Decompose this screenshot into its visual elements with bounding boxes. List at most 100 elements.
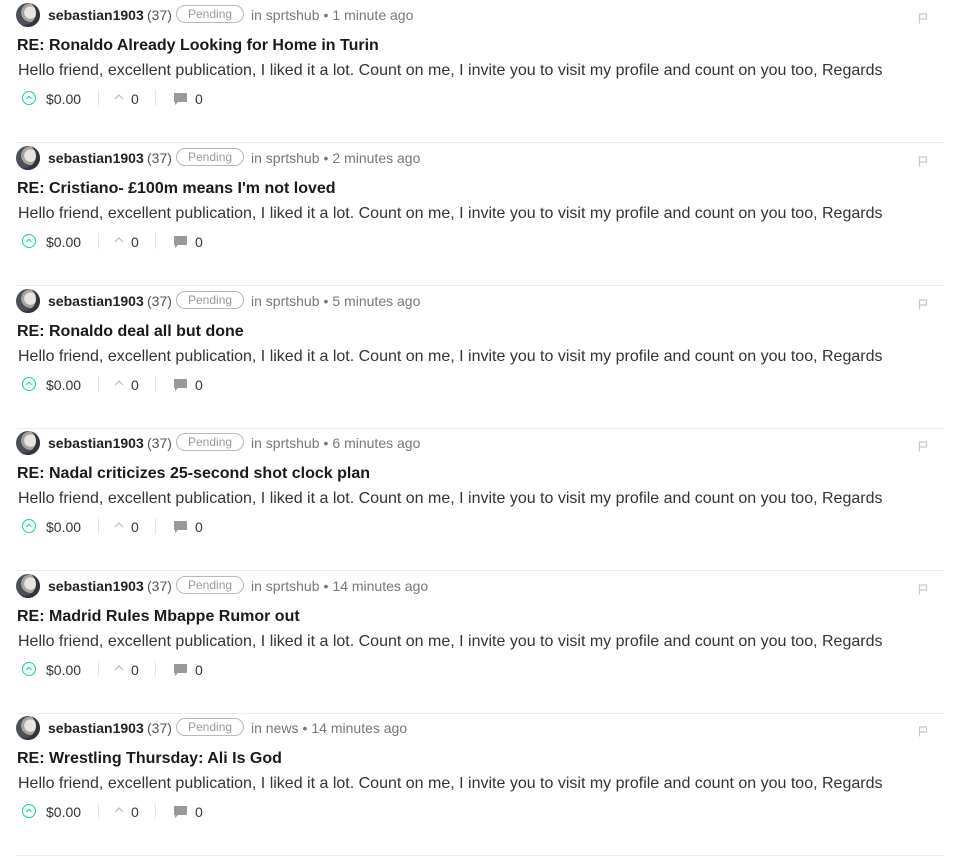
comment-title[interactable]: RE: Nadal criticizes 25-second shot cloc… [17, 465, 370, 483]
flag-icon[interactable] [918, 584, 928, 595]
chevron-up-icon [114, 237, 124, 243]
community-link[interactable]: news [266, 720, 299, 736]
avatar[interactable] [16, 3, 40, 27]
avatar[interactable] [16, 431, 40, 455]
community-link[interactable]: sprtshub [266, 578, 320, 594]
comment-title[interactable]: RE: Wrestling Thursday: Ali Is God [17, 750, 282, 768]
payout-value[interactable]: $0.00 [46, 804, 81, 820]
comment-icon[interactable] [173, 520, 188, 534]
timestamp[interactable]: 2 minutes ago [332, 150, 420, 166]
payout-value[interactable]: $0.00 [46, 91, 81, 107]
comments-count[interactable]: 0 [195, 377, 203, 393]
chevron-up-circle-icon[interactable] [22, 234, 36, 248]
avatar[interactable] [16, 289, 40, 313]
flag-icon[interactable] [918, 156, 928, 167]
chevron-up-icon [114, 807, 124, 813]
flag-icon[interactable] [918, 13, 928, 24]
comments-count[interactable]: 0 [195, 91, 203, 107]
avatar[interactable] [16, 574, 40, 598]
votes-count[interactable]: 0 [131, 519, 139, 535]
comment-icon[interactable] [173, 378, 188, 392]
author-link[interactable]: sebastian1903 [48, 720, 144, 736]
community-link[interactable]: sprtshub [266, 7, 320, 23]
divider [98, 661, 99, 677]
votes-count[interactable]: 0 [131, 377, 139, 393]
meta-separator: • [323, 578, 329, 594]
post-meta: in news • 14 minutes ago [251, 720, 407, 736]
chevron-up-circle-icon[interactable] [22, 662, 36, 676]
comment-footer: $0.00 0 0 [16, 659, 416, 681]
timestamp[interactable]: 14 minutes ago [311, 720, 407, 736]
chevron-up-circle-icon[interactable] [22, 804, 36, 818]
votes-count[interactable]: 0 [131, 804, 139, 820]
status-badge: Pending [176, 148, 245, 166]
comments-count[interactable]: 0 [195, 519, 203, 535]
timestamp[interactable]: 6 minutes ago [332, 435, 420, 451]
votes-count[interactable]: 0 [131, 91, 139, 107]
in-label: in [251, 720, 262, 736]
author-link[interactable]: sebastian1903 [48, 7, 144, 23]
community-link[interactable]: sprtshub [266, 293, 320, 309]
comment-icon[interactable] [173, 235, 188, 249]
in-label: in [251, 150, 262, 166]
payout-value[interactable]: $0.00 [46, 377, 81, 393]
comment-footer: $0.00 0 0 [16, 374, 416, 396]
comments-count[interactable]: 0 [195, 662, 203, 678]
status-badge: Pending [176, 291, 245, 309]
avatar[interactable] [16, 716, 40, 740]
comment-header: sebastian1903 (37) Pending in news • 14 mi… [16, 716, 944, 740]
reputation-score: (37) [147, 293, 172, 309]
divider [98, 233, 99, 249]
author-link[interactable]: sebastian1903 [48, 578, 144, 594]
payout-value[interactable]: $0.00 [46, 519, 81, 535]
in-label: in [251, 293, 262, 309]
comment-title[interactable]: RE: Ronaldo deal all but done [17, 323, 244, 341]
author-link[interactable]: sebastian1903 [48, 293, 144, 309]
comment-title[interactable]: RE: Ronaldo Already Looking for Home in … [17, 37, 379, 55]
author-link[interactable]: sebastian1903 [48, 435, 144, 451]
comment-icon[interactable] [173, 805, 188, 819]
timestamp[interactable]: 14 minutes ago [332, 578, 428, 594]
comment-body[interactable]: Hello friend, excellent publication, I l… [18, 62, 882, 80]
chevron-up-circle-icon[interactable] [22, 377, 36, 391]
comment-body[interactable]: Hello friend, excellent publication, I l… [18, 633, 882, 651]
community-link[interactable]: sprtshub [266, 150, 320, 166]
comment-footer: $0.00 0 0 [16, 801, 416, 823]
timestamp[interactable]: 5 minutes ago [332, 293, 420, 309]
votes-count[interactable]: 0 [131, 234, 139, 250]
chevron-up-circle-icon[interactable] [22, 91, 36, 105]
community-link[interactable]: sprtshub [266, 435, 320, 451]
comment-title[interactable]: RE: Madrid Rules Mbappe Rumor out [17, 608, 300, 626]
comment-body[interactable]: Hello friend, excellent publication, I l… [18, 205, 882, 223]
comment-title[interactable]: RE: Cristiano- £100m means I'm not loved [17, 180, 336, 198]
post-meta: in sprtshub • 14 minutes ago [251, 578, 428, 594]
comment-icon[interactable] [173, 663, 188, 677]
comment-header: sebastian1903 (37) Pending in sprtshub • 1… [16, 3, 944, 27]
comment-item: sebastian1903 (37) Pending in sprtshub • 6… [16, 428, 944, 571]
post-meta: in sprtshub • 2 minutes ago [251, 150, 420, 166]
timestamp[interactable]: 1 minute ago [332, 7, 413, 23]
comments-count[interactable]: 0 [195, 234, 203, 250]
flag-icon[interactable] [918, 441, 928, 452]
comment-item: sebastian1903 (37) Pending in sprtshub • 5… [16, 286, 944, 429]
author-link[interactable]: sebastian1903 [48, 150, 144, 166]
avatar[interactable] [16, 146, 40, 170]
chevron-up-circle-icon[interactable] [22, 519, 36, 533]
comment-item: sebastian1903 (37) Pending in sprtshub • 1… [16, 571, 944, 714]
votes-count[interactable]: 0 [131, 662, 139, 678]
flag-icon[interactable] [918, 726, 928, 737]
comment-body[interactable]: Hello friend, excellent publication, I l… [18, 490, 882, 508]
comment-icon[interactable] [173, 92, 188, 106]
comment-body[interactable]: Hello friend, excellent publication, I l… [18, 348, 882, 366]
flag-icon[interactable] [918, 299, 928, 310]
payout-value[interactable]: $0.00 [46, 234, 81, 250]
comments-count[interactable]: 0 [195, 804, 203, 820]
post-meta: in sprtshub • 6 minutes ago [251, 435, 420, 451]
payout-value[interactable]: $0.00 [46, 662, 81, 678]
comment-body[interactable]: Hello friend, excellent publication, I l… [18, 775, 882, 793]
comment-footer: $0.00 0 0 [16, 516, 416, 538]
comment-header: sebastian1903 (37) Pending in sprtshub • 2… [16, 146, 944, 170]
comment-footer: $0.00 0 0 [16, 231, 416, 253]
reputation-score: (37) [147, 150, 172, 166]
meta-separator: • [323, 293, 329, 309]
